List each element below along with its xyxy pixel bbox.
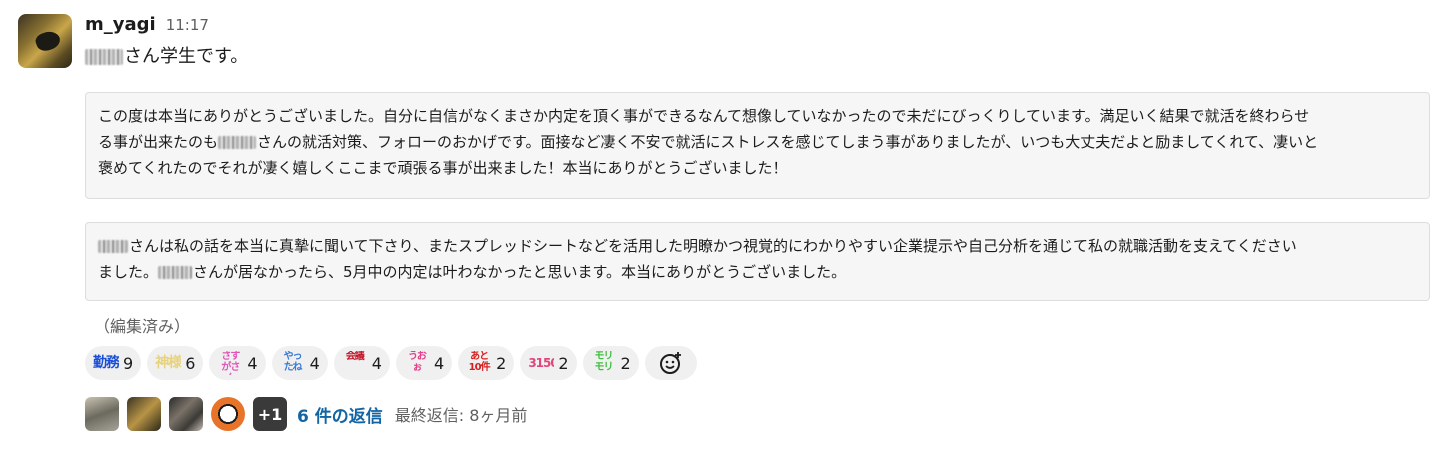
reaction-count: 2	[558, 353, 569, 373]
redacted-name	[158, 266, 193, 279]
reaction-count: 4	[433, 353, 445, 373]
kinsei-emoji: 勤務	[93, 355, 119, 371]
redacted-name	[98, 240, 128, 253]
add-reaction-button[interactable]	[644, 346, 697, 380]
reaction-count: 4	[371, 353, 382, 373]
reply-count-link[interactable]: 6 件の返信	[297, 402, 383, 427]
thread-participant-avatar	[85, 397, 119, 431]
thread-summary[interactable]: +1 6 件の返信 最終返信: 8ヶ月前	[85, 396, 527, 432]
quote-block-1: この度は本当にありがとうございました。自分に自信がなくまさか内定を頂く事ができる…	[85, 92, 1430, 199]
reaction-uooo[interactable]: うおぉ 4	[395, 346, 453, 380]
user-avatar[interactable]	[18, 14, 72, 68]
quote1-line1: この度は本当にありがとうございました。自分に自信がなくまさか内定を頂く事ができる…	[98, 107, 1310, 125]
quote-block-2: さんは私の話を本当に真摯に聞いて下さり、またスプレッドシートなどを活用した明瞭か…	[85, 222, 1430, 301]
reaction-kamisama[interactable]: 神様 6	[147, 346, 204, 380]
reaction-count: 2	[620, 353, 631, 373]
reaction-count: 6	[185, 353, 196, 373]
kaigi-emoji: 会議	[345, 351, 365, 362]
quote1-line2: る事が出来たのも さんの就活対策、フォローのおかげです。面接など凄く不安で就活にス…	[98, 133, 1319, 151]
kamisama-emoji: 神様	[155, 355, 182, 371]
thread-participant-avatar	[169, 397, 203, 431]
reaction-sasuga[interactable]: さすがさん 4	[209, 346, 266, 380]
quote1-line3: 褒めてくれたのでそれが凄く嬉しくここまで頑張る事が出来ました！本当にありがとうご…	[98, 159, 788, 177]
sasuga-emoji: さすがさん	[221, 351, 240, 375]
thread-participant-avatar	[127, 397, 161, 431]
reaction-3150[interactable]: 3150 2	[520, 346, 577, 380]
message-header: m_yagi 11:17	[85, 14, 209, 40]
reaction-count: 4	[309, 353, 320, 373]
edited-label: （編集済み）	[94, 317, 191, 336]
timestamp[interactable]: 11:17	[166, 16, 209, 34]
uooo-emoji: うおぉ	[407, 351, 427, 373]
morimori-emoji: モリモリ	[594, 351, 614, 373]
first-line-text: さん学生です。	[124, 46, 249, 67]
3150-emoji: 3150	[528, 356, 554, 370]
last-reply-time: 最終返信: 8ヶ月前	[394, 406, 528, 425]
thread-participant-avatar	[211, 397, 245, 431]
message-first-line: さん学生です。	[85, 44, 248, 70]
redacted-name	[85, 49, 123, 65]
add-emoji-icon	[658, 350, 684, 376]
message: m_yagi 11:17 さん学生です。 この度は本当にありがとうございました。…	[0, 0, 1440, 463]
ato10ken-emoji: あと10件	[468, 351, 491, 373]
quote2-line2: ました。 さんが居なかったら、5月中の内定は叶わなかったと思います。本当にありがと…	[98, 263, 847, 281]
reaction-kaigi[interactable]: 会議 4	[333, 346, 390, 380]
reaction-count: 4	[247, 353, 258, 373]
redacted-name	[218, 136, 257, 149]
reaction-count: 2	[496, 353, 507, 373]
quote2-line1: さんは私の話を本当に真摯に聞いて下さり、またスプレッドシートなどを活用した明瞭か…	[98, 233, 1417, 259]
more-participants-badge: +1	[253, 397, 287, 431]
reaction-kinmu[interactable]: 勤務 9	[85, 346, 142, 380]
reaction-count: 9	[123, 353, 134, 373]
reaction-morimori[interactable]: モリモリ 2	[582, 346, 639, 380]
reaction-bar: 勤務 9 神様 6 さすがさん 4 やったね 4 会議 4 うおぉ 4 あと10…	[85, 346, 703, 380]
reaction-ato10ken[interactable]: あと10件 2	[458, 346, 515, 380]
reaction-yattane[interactable]: やったね 4	[271, 346, 328, 380]
yattane-emoji: やったね	[283, 351, 303, 373]
username[interactable]: m_yagi	[85, 14, 156, 35]
